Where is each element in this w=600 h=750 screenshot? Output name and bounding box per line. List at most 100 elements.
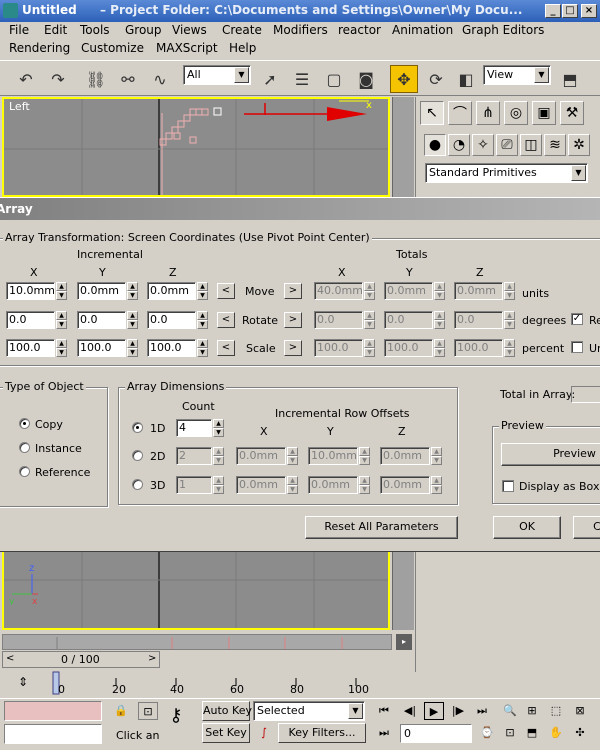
timeline-ruler[interactable]: ⇕ 0 20 40 60 80 100: [0, 670, 415, 698]
bind-space-warp-icon[interactable]: ∿: [146, 65, 174, 93]
pivot-icon[interactable]: ⬒: [556, 65, 584, 93]
set-key-button[interactable]: Set Key: [202, 723, 250, 743]
move-left-arrow-button[interactable]: <: [217, 283, 235, 299]
cameras-icon[interactable]: ⎚: [496, 134, 518, 156]
motion-tab-icon[interactable]: ◎: [504, 101, 528, 125]
current-frame-field[interactable]: 0: [400, 724, 472, 743]
dim-3d-radio[interactable]: [132, 479, 143, 490]
dim-2d-radio[interactable]: [132, 450, 143, 461]
menu-modifiers[interactable]: Modifiers: [273, 23, 328, 37]
menu-file[interactable]: File: [9, 23, 29, 37]
go-to-start-icon[interactable]: ⏮: [374, 702, 394, 720]
redo-icon[interactable]: ↷: [44, 65, 72, 93]
dim-2d-count[interactable]: 2 ▲ ▼: [176, 447, 224, 465]
dim-2d-offset-z[interactable]: 0.0mm ▲ ▼: [380, 447, 442, 465]
close-button[interactable]: ×: [581, 4, 597, 18]
arc-rotate-icon[interactable]: ✣: [570, 724, 590, 742]
zoom-all-icon[interactable]: ⊞: [522, 702, 542, 720]
move-gizmo-icon[interactable]: [239, 99, 384, 129]
key-mode-dropdown[interactable]: Selected ▼: [253, 701, 365, 721]
scale-tot-z[interactable]: 100.0 ▲ ▼: [454, 339, 515, 357]
viewport-perspective[interactable]: z x y: [2, 552, 390, 630]
select-by-name-icon[interactable]: ☰: [288, 65, 316, 93]
reset-all-parameters-button[interactable]: Reset All Parameters: [305, 516, 458, 539]
zoom-icon[interactable]: 🔍: [500, 702, 520, 720]
zoom-extents-all-icon[interactable]: ⊠: [570, 702, 590, 720]
lock-selection-icon[interactable]: 🔒: [111, 702, 131, 720]
rotate-inc-x[interactable]: 0.0 ▲ ▼: [6, 311, 67, 329]
helpers-icon[interactable]: ◫: [520, 134, 542, 156]
scale-right-arrow-button[interactable]: >: [284, 340, 302, 356]
zoom-extents-icon[interactable]: ⬚: [546, 702, 566, 720]
menu-customize[interactable]: Customize: [81, 41, 144, 55]
move-tot-x[interactable]: 40.0mm ▲ ▼: [314, 282, 375, 300]
time-slider[interactable]: < 0 / 100 >: [2, 651, 160, 668]
dim-1d-count[interactable]: 4 ▲ ▼: [176, 419, 224, 437]
dialog-title-bar[interactable]: Array: [0, 198, 600, 220]
systems-icon[interactable]: ✲: [568, 134, 590, 156]
object-category-dropdown[interactable]: Standard Primitives ▼: [425, 163, 588, 183]
maximize-button[interactable]: □: [562, 4, 578, 18]
undo-icon[interactable]: ↶: [12, 65, 40, 93]
trackbar-menu-icon[interactable]: ▸: [396, 634, 412, 650]
ok-button[interactable]: OK: [493, 516, 561, 539]
cancel-button[interactable]: C: [573, 516, 600, 539]
display-tab-icon[interactable]: ▣: [532, 101, 556, 125]
spacewarps-icon[interactable]: ≋: [544, 134, 566, 156]
menu-graph-editors[interactable]: Graph Editors: [462, 23, 544, 37]
viewport-divider[interactable]: [392, 97, 414, 197]
rotate-tot-y[interactable]: 0.0 ▲ ▼: [384, 311, 445, 329]
selection-filter-dropdown[interactable]: All ▼: [183, 65, 251, 85]
next-frame-icon[interactable]: |▶: [448, 702, 468, 720]
copy-radio[interactable]: [19, 418, 30, 429]
prev-frame-icon[interactable]: ◀|: [400, 702, 420, 720]
viewport-left[interactable]: Left x: [2, 97, 390, 197]
modify-tab-icon[interactable]: ⌒: [448, 101, 472, 125]
go-to-end-icon[interactable]: ⏭: [472, 702, 492, 720]
key-icon[interactable]: ⚷: [160, 707, 192, 725]
scale-left-arrow-button[interactable]: <: [217, 340, 235, 356]
uniform-checkbox[interactable]: [571, 341, 583, 353]
menu-create[interactable]: Create: [222, 23, 262, 37]
display-as-box-checkbox[interactable]: [502, 480, 514, 492]
link-icon[interactable]: ⛓: [82, 65, 110, 93]
reference-radio[interactable]: [19, 466, 30, 477]
rotate-right-arrow-button[interactable]: >: [284, 312, 302, 328]
instance-radio[interactable]: [19, 442, 30, 453]
absolute-mode-icon[interactable]: ⊡: [138, 702, 158, 720]
minimize-button[interactable]: _: [545, 4, 561, 18]
play-icon[interactable]: ▶: [424, 702, 444, 720]
move-inc-x[interactable]: 10.0mm ▲ ▼: [6, 282, 67, 300]
preview-button[interactable]: Preview: [501, 443, 600, 466]
menu-reactor[interactable]: reactor: [338, 23, 381, 37]
dim-3d-offset-z[interactable]: 0.0mm ▲ ▼: [380, 476, 442, 494]
rotate-inc-y[interactable]: 0.0 ▲ ▼: [77, 311, 138, 329]
window-crossing-icon[interactable]: ◙: [352, 65, 380, 93]
scale-icon[interactable]: ◧: [452, 65, 480, 93]
rect-selection-icon[interactable]: ▢: [320, 65, 348, 93]
menu-animation[interactable]: Animation: [392, 23, 453, 37]
dim-3d-offset-x[interactable]: 0.0mm ▲ ▼: [236, 476, 298, 494]
hierarchy-tab-icon[interactable]: ⋔: [476, 101, 500, 125]
scale-tot-y[interactable]: 100.0 ▲ ▼: [384, 339, 445, 357]
time-slider-next-button[interactable]: >: [148, 653, 156, 664]
move-right-arrow-button[interactable]: >: [284, 283, 302, 299]
time-config-icon[interactable]: ⌚: [477, 724, 497, 742]
rotate-left-arrow-button[interactable]: <: [217, 312, 235, 328]
select-arrow-icon[interactable]: ➚: [256, 65, 284, 93]
menu-group[interactable]: Group: [125, 23, 162, 37]
re-orient-checkbox[interactable]: ✓: [571, 313, 583, 325]
dim-1d-radio[interactable]: [132, 422, 143, 433]
time-slider-prev-button[interactable]: <: [6, 653, 14, 664]
scale-tot-x[interactable]: 100.0 ▲ ▼: [314, 339, 375, 357]
object-color-swatch[interactable]: [4, 701, 102, 721]
scale-inc-x[interactable]: 100.0 ▲ ▼: [6, 339, 67, 357]
menu-tools[interactable]: Tools: [80, 23, 110, 37]
key-filters-button[interactable]: Key Filters...: [278, 723, 366, 743]
move-tot-y[interactable]: 0.0mm ▲ ▼: [384, 282, 445, 300]
rotate-tot-z[interactable]: 0.0 ▲ ▼: [454, 311, 515, 329]
dim-3d-offset-y[interactable]: 0.0mm ▲ ▼: [308, 476, 370, 494]
viewport-scrollbar[interactable]: [392, 552, 414, 630]
dim-2d-offset-x[interactable]: 0.0mm ▲ ▼: [236, 447, 298, 465]
menu-edit[interactable]: Edit: [44, 23, 67, 37]
